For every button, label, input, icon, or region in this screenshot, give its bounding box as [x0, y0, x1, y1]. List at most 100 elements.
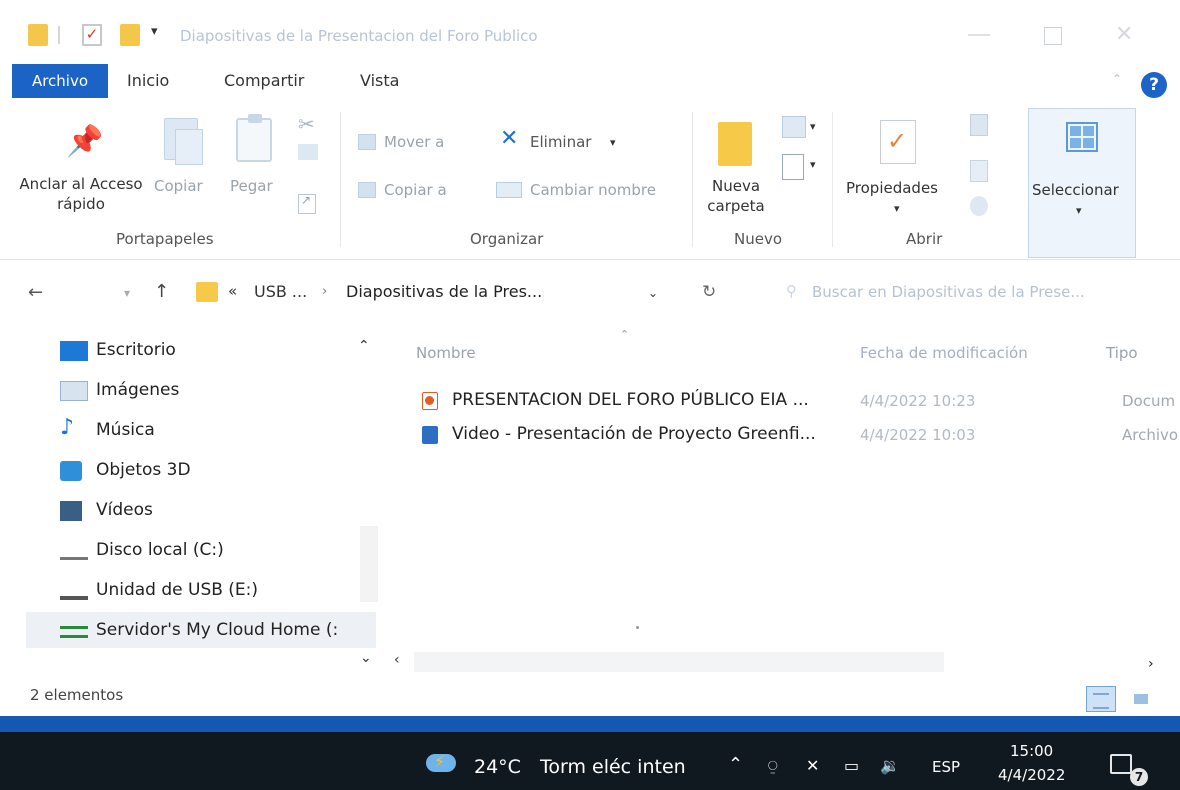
recent-locations-chevron-icon[interactable]: ▾: [124, 286, 130, 300]
paste-shortcut-icon[interactable]: [298, 193, 316, 214]
scroll-down-chevron-icon[interactable]: ⌄: [360, 650, 372, 666]
weather-description[interactable]: Torm eléc inten: [540, 756, 686, 778]
sidebar-item-objetos-3d[interactable]: Objetos 3D: [56, 452, 376, 488]
move-to-button[interactable]: Mover a: [384, 132, 444, 152]
scroll-right-chevron-icon[interactable]: ›: [1148, 656, 1154, 672]
rename-button[interactable]: Cambiar nombre: [530, 180, 656, 200]
maximize-button[interactable]: [1044, 27, 1062, 45]
notifications-icon[interactable]: [1110, 754, 1132, 774]
move-to-icon[interactable]: [358, 134, 376, 150]
customize-toolbar-chevron-icon[interactable]: ▾: [151, 24, 158, 39]
breadcrumb-separator-icon[interactable]: ›: [322, 284, 327, 299]
file-type: Docum: [1122, 392, 1176, 410]
thunderstorm-icon[interactable]: [424, 748, 458, 774]
copy-icon[interactable]: [164, 118, 203, 165]
show-hidden-icons-chevron-icon[interactable]: ⌃: [728, 754, 743, 775]
properties-chevron-icon[interactable]: ▾: [894, 202, 900, 215]
scroll-left-chevron-icon[interactable]: ‹: [394, 652, 400, 668]
pin-icon[interactable]: 📌: [66, 124, 103, 160]
new-folder-icon[interactable]: [718, 122, 752, 166]
display-icon[interactable]: ▭: [844, 756, 859, 775]
sidebar-item-videos[interactable]: Vídeos: [56, 492, 376, 528]
notification-count-badge: 7: [1130, 768, 1148, 786]
delete-button[interactable]: Eliminar: [530, 132, 591, 152]
powerpoint-file-icon: [422, 392, 438, 410]
column-header-type[interactable]: Tipo: [1106, 344, 1138, 362]
cut-icon[interactable]: ✂: [298, 112, 315, 136]
group-label-organizar: Organizar: [470, 230, 544, 248]
open-icon[interactable]: [970, 114, 988, 136]
new-item-chevron-icon[interactable]: ▾: [810, 120, 816, 133]
new-item-icon[interactable]: [782, 116, 806, 138]
select-label[interactable]: Seleccionar: [1032, 180, 1119, 200]
clock-date[interactable]: 4/4/2022: [998, 766, 1065, 784]
close-button[interactable]: ✕: [1115, 22, 1133, 47]
sidebar-item-label: Música: [96, 420, 155, 440]
column-header-name[interactable]: Nombre: [416, 344, 476, 362]
rename-icon[interactable]: [496, 182, 522, 198]
delete-x-icon[interactable]: ✕: [500, 128, 518, 150]
properties-check-icon[interactable]: ✓: [82, 24, 102, 46]
refresh-icon[interactable]: ↻: [702, 282, 716, 302]
history-icon[interactable]: [970, 196, 988, 216]
properties-button[interactable]: Propiedades: [846, 178, 938, 198]
horizontal-scrollbar-thumb[interactable]: [414, 652, 944, 672]
paste-button[interactable]: Pegar: [230, 176, 273, 196]
tab-inicio[interactable]: Inicio: [127, 71, 169, 90]
new-folder-quick-icon[interactable]: [120, 24, 140, 46]
sidebar-item-disco-local[interactable]: Disco local (C:): [56, 532, 376, 568]
new-folder-button[interactable]: Nueva carpeta: [696, 176, 776, 216]
easy-access-chevron-icon[interactable]: ▾: [810, 158, 816, 171]
sidebar-item-label: Objetos 3D: [96, 460, 191, 480]
status-bar: 2 elementos: [0, 676, 1180, 716]
video-file-icon: [422, 426, 438, 444]
breadcrumb-overflow-icon[interactable]: «: [228, 282, 237, 300]
volume-icon[interactable]: 🔉: [880, 756, 900, 775]
copy-button[interactable]: Copiar: [154, 176, 203, 196]
sidebar-item-usb[interactable]: Unidad de USB (E:): [56, 572, 376, 608]
select-chevron-icon[interactable]: ▾: [1076, 204, 1082, 217]
help-icon[interactable]: ?: [1141, 72, 1167, 98]
large-icons-view-icon[interactable]: [1130, 688, 1152, 708]
delete-chevron-icon[interactable]: ▾: [610, 136, 616, 149]
easy-access-icon[interactable]: [782, 154, 804, 180]
weather-temperature[interactable]: 24°C: [474, 756, 521, 778]
clock-time[interactable]: 15:00: [1010, 742, 1053, 760]
group-label-abrir: Abrir: [906, 230, 943, 248]
details-view-icon[interactable]: [1086, 686, 1116, 712]
column-header-date[interactable]: Fecha de modificación: [860, 344, 1028, 362]
network-disconnected-icon[interactable]: ✕: [806, 756, 819, 775]
copy-path-icon[interactable]: [298, 144, 318, 160]
search-input[interactable]: [812, 278, 1172, 306]
taskbar: 24°C Torm eléc inten ⌃ ⍜ ✕ ▭ 🔉 ESP 15:00…: [0, 732, 1180, 790]
input-language[interactable]: ESP: [932, 758, 960, 776]
properties-icon[interactable]: [880, 120, 916, 164]
cursor-dot: [636, 626, 639, 629]
ribbon-collapse-chevron-icon[interactable]: ⌃: [1112, 72, 1122, 86]
paste-icon[interactable]: [236, 114, 272, 162]
copy-to-button[interactable]: Copiar a: [384, 180, 447, 200]
select-grid-icon[interactable]: [1066, 122, 1098, 152]
sidebar-item-musica[interactable]: ♪ Música: [56, 412, 376, 448]
sidebar-item-imagenes[interactable]: Imágenes: [56, 372, 376, 408]
back-arrow-icon[interactable]: ←: [28, 282, 43, 303]
edit-icon[interactable]: [970, 160, 988, 182]
table-row[interactable]: PRESENTACION DEL FORO PÚBLICO EIA ... 4/…: [414, 386, 1180, 416]
copy-to-icon[interactable]: [358, 182, 376, 198]
tab-vista[interactable]: Vista: [360, 71, 399, 90]
address-dropdown-chevron-icon[interactable]: ⌄: [648, 286, 658, 300]
tab-compartir[interactable]: Compartir: [224, 71, 304, 90]
usb-drive-icon: [60, 588, 88, 600]
table-row[interactable]: Video - Presentación de Proyecto Greenfi…: [414, 420, 1180, 450]
ribbon-separator: [832, 112, 833, 247]
pin-quick-access-button[interactable]: Anclar al Acceso rápido: [18, 174, 144, 214]
meet-now-icon[interactable]: ⍜: [768, 756, 778, 776]
minimize-button[interactable]: [968, 34, 990, 36]
breadcrumb-usb[interactable]: USB ...: [254, 282, 307, 301]
up-arrow-icon[interactable]: ↑: [154, 281, 169, 302]
sidebar-item-escritorio[interactable]: Escritorio: [56, 332, 376, 368]
3d-objects-icon: [60, 461, 82, 481]
tab-archivo[interactable]: Archivo: [12, 64, 108, 98]
sidebar-item-cloud-home[interactable]: Servidor's My Cloud Home (:: [26, 612, 376, 648]
breadcrumb-current[interactable]: Diapositivas de la Pres...: [346, 282, 542, 301]
